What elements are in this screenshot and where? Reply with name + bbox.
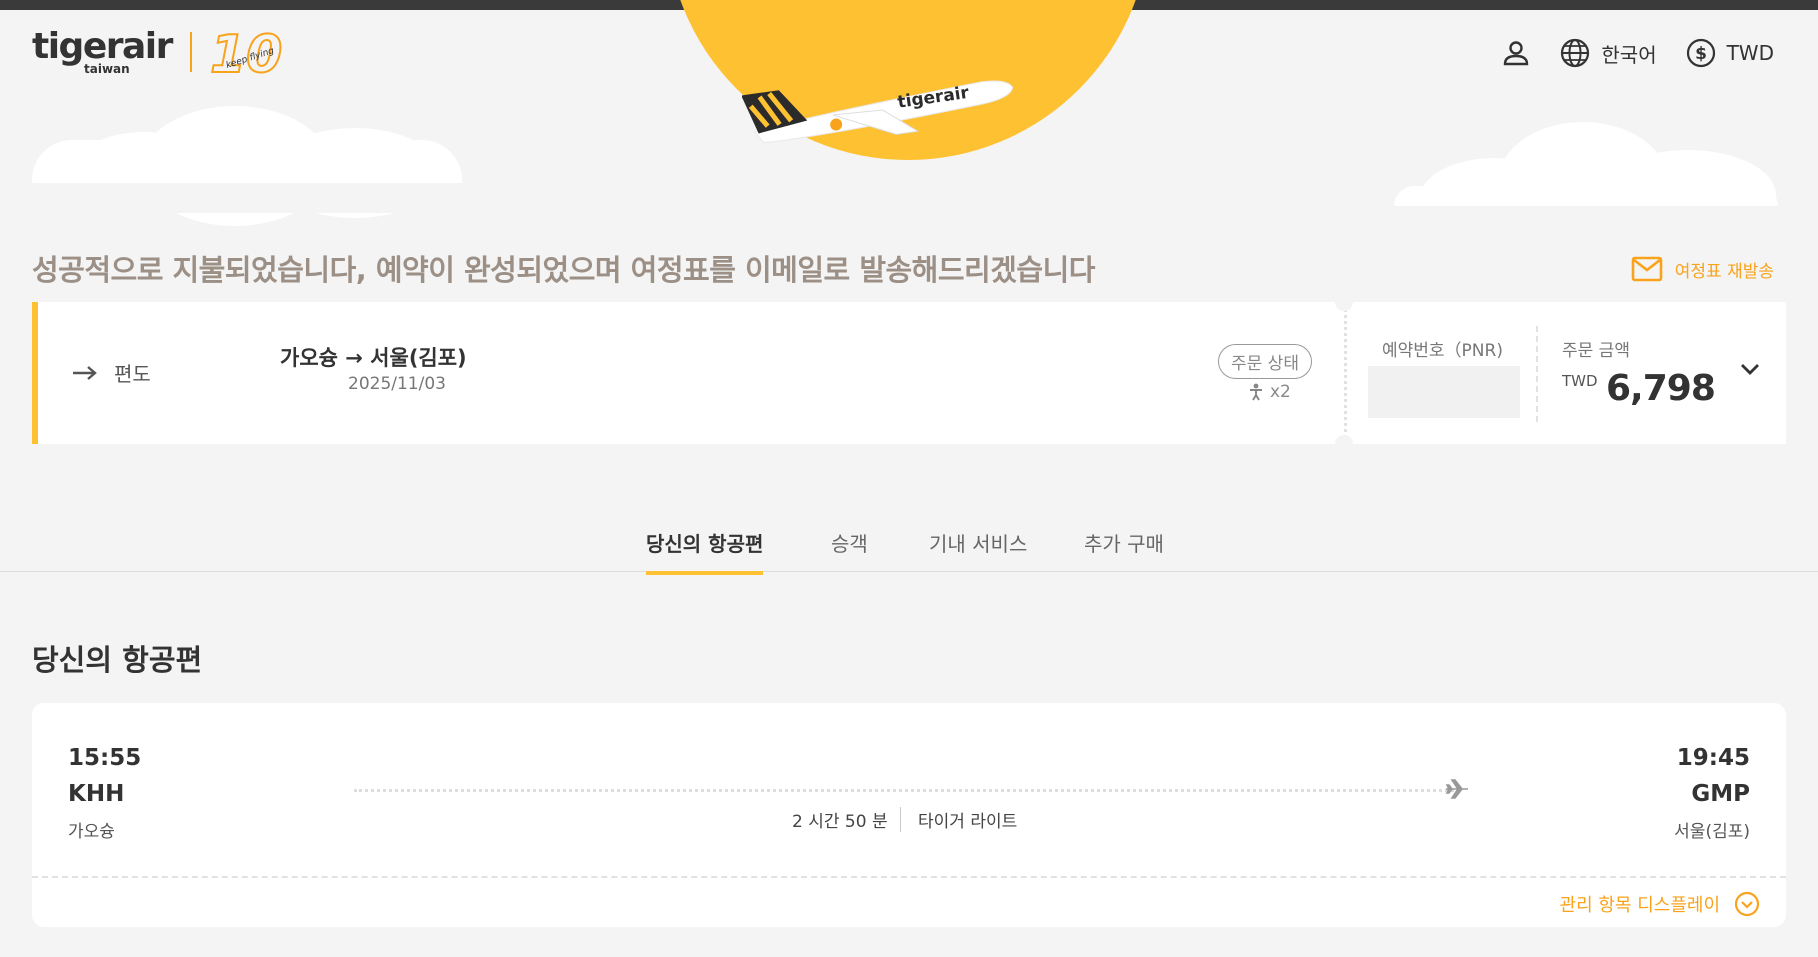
tab-inflight-services[interactable]: 기내 서비스 xyxy=(929,528,1027,571)
svg-text:$: $ xyxy=(1695,44,1707,64)
currency-label: TWD xyxy=(1726,41,1774,65)
plane-illustration: tigerair xyxy=(741,66,1022,150)
booking-summary-card: 편도 가오슝 → 서울(김포) 2025/11/03 주문 상태 x2 예약번호… xyxy=(32,293,1786,453)
booking-tabs: 당신의 항공편 승객 기내 서비스 추가 구매 xyxy=(0,518,1818,575)
language-label: 한국어 xyxy=(1601,42,1657,67)
tab-passengers[interactable]: 승객 xyxy=(831,528,868,571)
arrow-right-icon xyxy=(73,365,97,380)
section-title: 당신의 항공편 xyxy=(32,643,203,677)
expand-booking-button[interactable] xyxy=(1738,360,1762,382)
language-selector[interactable]: 한국어 xyxy=(1559,37,1657,69)
passenger-icon xyxy=(1250,383,1262,401)
trip-type: 편도 xyxy=(72,358,151,387)
mail-icon xyxy=(1631,256,1663,282)
flight-duration: 2 시간 50 분 xyxy=(792,807,901,832)
pnr-value xyxy=(1368,366,1520,418)
dollar-icon: $ xyxy=(1686,38,1715,68)
tab-your-flights[interactable]: 당신의 항공편 xyxy=(646,528,764,575)
trip-type-label: 편도 xyxy=(114,362,151,386)
card-notch-bottom xyxy=(1335,435,1353,453)
flight-date: 2025/11/03 xyxy=(348,374,446,394)
arrival-airport-code: GMP xyxy=(1691,781,1750,807)
card-notch-top xyxy=(1335,293,1353,311)
departure-city: 가오슝 xyxy=(68,822,115,842)
departure-airport-code: KHH xyxy=(68,781,125,807)
resend-itinerary-button[interactable]: 여정표 재발송 xyxy=(1631,256,1774,282)
fare-product: 타이거 라이트 xyxy=(918,812,1018,832)
flight-card-divider xyxy=(32,876,1786,878)
order-status-badge: 주문 상태 xyxy=(1218,344,1312,379)
route-label: 가오슝 → 서울(김포) xyxy=(280,346,467,370)
plane-icon xyxy=(1444,777,1470,805)
globe-icon xyxy=(1561,38,1590,68)
account-button[interactable] xyxy=(1501,38,1531,68)
user-icon xyxy=(1504,41,1529,66)
anniversary-badge: 10 keep flying xyxy=(206,22,292,86)
departure-time: 15:55 xyxy=(68,745,142,771)
logo-divider xyxy=(190,32,192,72)
pnr-label: 예약번호（PNR) xyxy=(1382,341,1503,361)
payment-success-message: 성공적으로 지불되었습니다, 예약이 완성되었으며 여정표를 이메일로 발송해드… xyxy=(32,253,1095,287)
currency-selector[interactable]: $ TWD xyxy=(1685,37,1774,69)
tab-additional-purchase[interactable]: 추가 구매 xyxy=(1084,528,1164,571)
logo-subtext: taiwan xyxy=(84,62,130,76)
manage-items-label: 관리 항목 디스플레이 xyxy=(1559,895,1720,916)
logo-wordmark: tigerair xyxy=(32,26,173,67)
chevron-down-icon xyxy=(1741,364,1759,375)
header-actions: 한국어 $ TWD xyxy=(1473,36,1774,70)
chevron-circle-down-icon xyxy=(1734,891,1760,917)
arrival-time: 19:45 xyxy=(1676,745,1750,771)
show-manage-items-button[interactable]: 관리 항목 디스플레이 xyxy=(1560,891,1760,917)
card-divider xyxy=(1536,326,1538,422)
card-perforation xyxy=(1344,302,1347,444)
flight-card: 15:55 KHH 가오슝 2 시간 50 분 타이거 라이트 19:45 GM… xyxy=(32,703,1786,927)
order-amount-label: 주문 금액 xyxy=(1562,341,1630,361)
order-amount-value: 6,798 xyxy=(1606,368,1716,409)
passenger-count: x2 xyxy=(1248,382,1291,402)
passenger-count-value: x2 xyxy=(1270,382,1291,402)
resend-label: 여정표 재발송 xyxy=(1674,261,1774,282)
arrival-city: 서울(김포) xyxy=(1674,822,1750,842)
flight-path-line xyxy=(354,789,1454,792)
order-amount-currency: TWD xyxy=(1562,372,1598,390)
